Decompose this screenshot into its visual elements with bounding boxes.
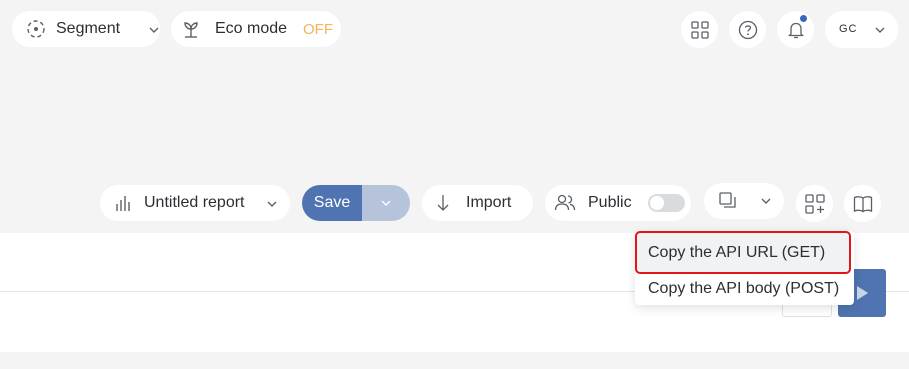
segment-target-icon [26, 19, 46, 39]
bar-chart-icon [115, 194, 133, 212]
chevron-down-icon [761, 198, 771, 204]
help-button[interactable] [729, 11, 766, 48]
eco-mode-label: Eco mode [215, 20, 288, 37]
bottom-strip [0, 352, 909, 369]
chevron-down-icon [875, 27, 885, 33]
save-label: Save [313, 194, 351, 211]
avatar: GC [839, 23, 858, 35]
notifications-button[interactable] [777, 11, 814, 48]
help-icon [738, 20, 758, 40]
chevron-down-icon [381, 200, 391, 206]
import-button[interactable]: Import [422, 185, 533, 221]
visibility-label: Public [588, 194, 632, 211]
bell-icon [786, 20, 806, 40]
copy-api-dropdown: Copy the API URL (GET) Copy the API body… [635, 231, 854, 305]
copy-icon [718, 191, 738, 211]
book-icon [853, 195, 873, 213]
import-label: Import [466, 194, 512, 211]
eco-mode-toggle[interactable]: Eco mode OFF [171, 11, 341, 47]
report-selector[interactable]: Untitled report [100, 185, 290, 221]
grid-icon [690, 20, 709, 39]
toggle-knob [650, 196, 664, 210]
divider [0, 291, 636, 292]
menu-item-copy-api-body[interactable]: Copy the API body (POST) [635, 272, 854, 305]
chevron-down-icon [149, 27, 159, 33]
add-widget-button[interactable] [796, 185, 833, 222]
grid-plus-icon [804, 193, 825, 214]
play-icon [855, 285, 869, 301]
report-name: Untitled report [144, 194, 245, 211]
save-button[interactable]: Save [302, 185, 362, 221]
save-options-button[interactable] [362, 185, 410, 221]
eco-mode-state: OFF [303, 21, 333, 38]
apps-grid-button[interactable] [681, 11, 718, 48]
leaf-icon [180, 18, 202, 40]
segment-selector[interactable]: Segment [12, 11, 160, 47]
user-menu-button[interactable]: GC [825, 11, 898, 48]
arrow-down-icon [436, 194, 450, 212]
copy-api-menu-button[interactable] [704, 183, 784, 219]
users-icon [554, 193, 576, 213]
menu-item-copy-api-url[interactable]: Copy the API URL (GET) [635, 231, 851, 274]
chevron-down-icon [267, 201, 277, 207]
notification-dot [800, 15, 807, 22]
segment-label: Segment [56, 20, 121, 37]
documentation-button[interactable] [844, 185, 881, 222]
public-toggle[interactable] [648, 194, 685, 212]
save-button-group: Save [302, 185, 410, 221]
visibility-control: Public [545, 185, 691, 221]
